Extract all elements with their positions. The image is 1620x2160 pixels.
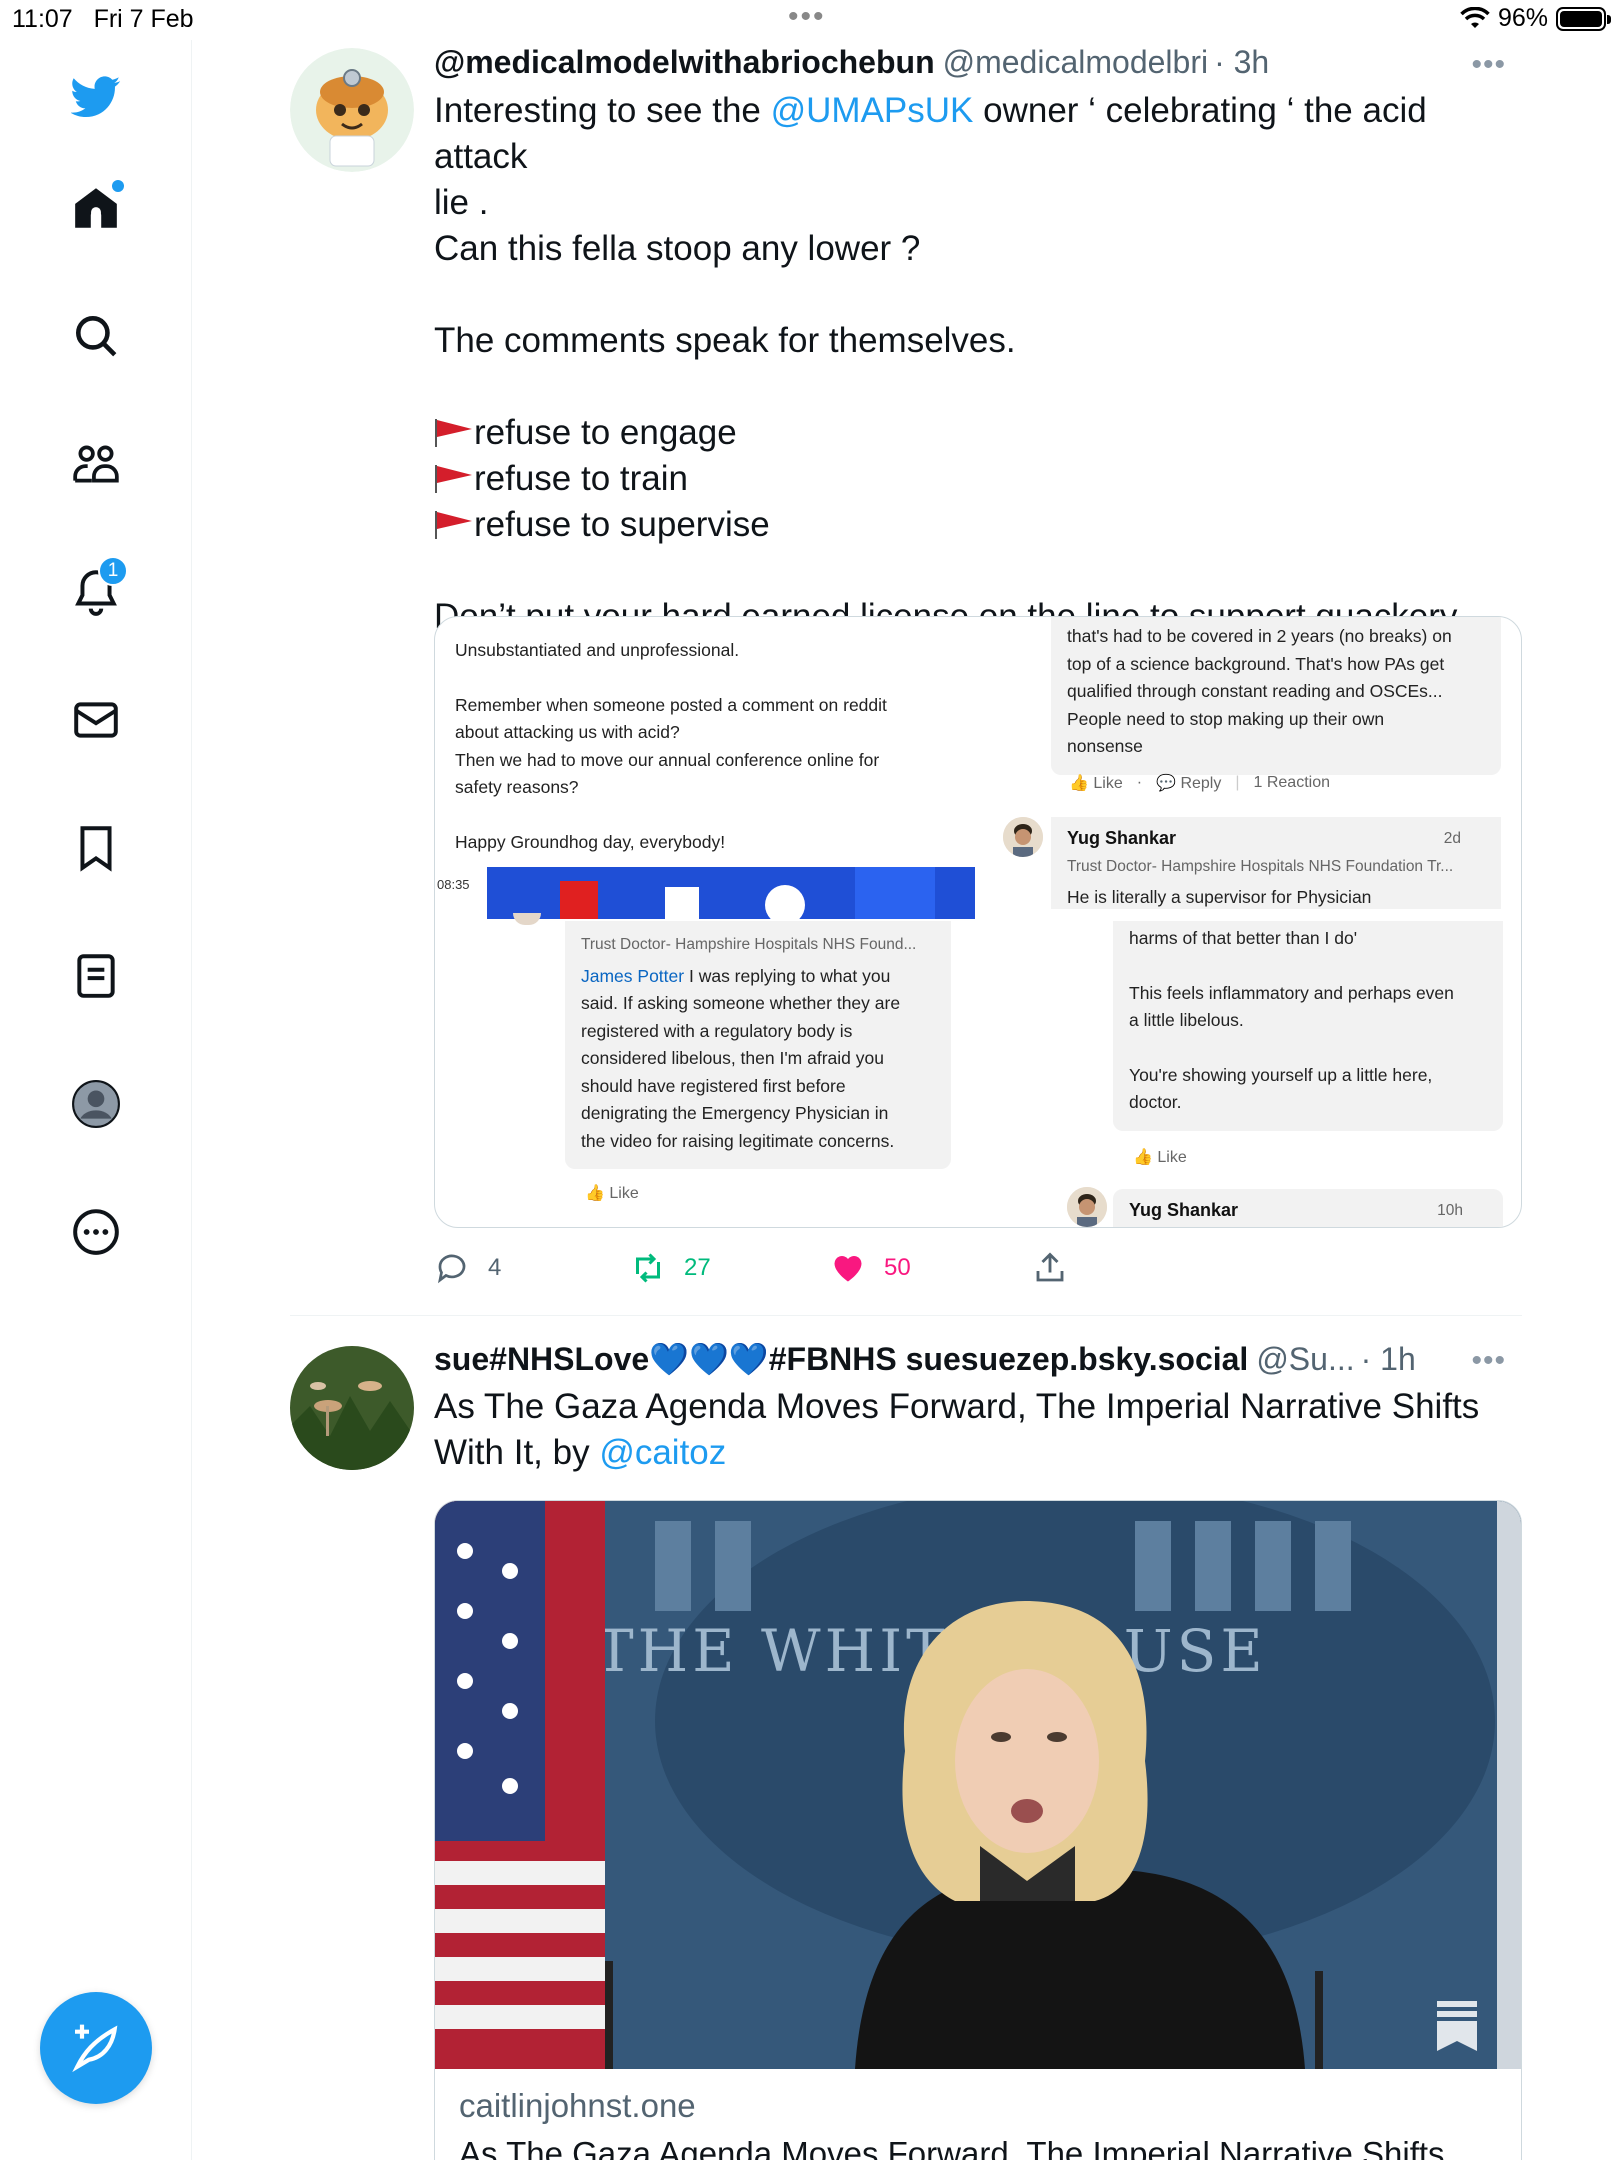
- messages-envelope-icon[interactable]: [66, 690, 126, 750]
- notifications-bell-icon[interactable]: 1: [66, 556, 128, 622]
- screenshot-avatar-yug-2: [1067, 1187, 1107, 1227]
- compose-tweet-button[interactable]: [40, 1992, 152, 2104]
- red-flag-icon: [435, 465, 472, 493]
- tweet-divider: [290, 1315, 1522, 1316]
- wifi-icon: [1460, 6, 1490, 28]
- tweet-1-time: · 3h: [1214, 44, 1270, 80]
- like-count: 50: [884, 1254, 911, 1281]
- reply-count: 4: [488, 1254, 502, 1281]
- reply-icon: [437, 1254, 466, 1284]
- screenshot-meta-right-bottom: 👍 Like: [1133, 1149, 1187, 1166]
- bookmarks-icon[interactable]: [66, 818, 126, 878]
- tweet-2-mention-caitoz[interactable]: @caitoz: [599, 1433, 726, 1472]
- tweet-1-flag-item-1: refuse to engage: [474, 413, 737, 452]
- retweet-icon: [636, 1253, 660, 1283]
- tweet-1-line4: The comments speak for themselves.: [434, 321, 1016, 360]
- tweet-1-avatar[interactable]: [290, 48, 414, 172]
- like-button[interactable]: 50: [830, 1250, 911, 1286]
- retweet-button[interactable]: 27: [630, 1250, 711, 1286]
- home-unread-dot: [112, 180, 124, 192]
- tweet-2-handle[interactable]: @Su...: [1256, 1341, 1354, 1378]
- tweet-2-more-icon[interactable]: •••: [1471, 1344, 1506, 1378]
- status-date: Fri 7 Feb: [93, 5, 194, 33]
- tweet-1-line1a: Interesting to see the: [434, 91, 771, 130]
- screenshot-meta-left-bottom: 👍 Like: [585, 1185, 639, 1202]
- twitter-bird-icon[interactable]: [66, 66, 126, 126]
- share-button[interactable]: [1032, 1250, 1068, 1286]
- tweet-1-line3: Can this fella stoop any lower ?: [434, 229, 921, 268]
- tweet-1-actions: 4 27 50: [434, 1246, 1134, 1290]
- tweet-1-line2: lie .: [434, 183, 489, 222]
- tweet-2-link-card[interactable]: THE WHITE HOUSE caitlinjohnst.one As The…: [434, 1500, 1522, 2160]
- screenshot-bubble-left-bottom: Trust Doctor- Hampshire Hospitals NHS Fo…: [565, 921, 951, 1169]
- red-flag-icon: [435, 511, 472, 539]
- screenshot-bubble-right-top: that's had to be covered in 2 years (no …: [1051, 617, 1501, 775]
- tweet-2[interactable]: sue#NHSLove💙💙💙#FBNHS suesuezep.bsky.soci…: [290, 1340, 1522, 2160]
- tweet-2-text-body: As The Gaza Agenda Moves Forward, The Im…: [434, 1387, 1490, 1472]
- tweet-2-time: · 1h: [1360, 1341, 1416, 1377]
- status-time: 11:07: [12, 5, 73, 33]
- status-right: 96%: [1460, 4, 1611, 33]
- compose-feather-icon: [72, 2024, 118, 2073]
- multitasking-dots-icon[interactable]: •••: [788, 0, 826, 34]
- search-icon[interactable]: [66, 306, 126, 366]
- screenshot-avatar-yug: [1003, 817, 1043, 857]
- tweet-1-more-icon[interactable]: •••: [1471, 48, 1506, 82]
- screenshot-meta-right-top: 👍 Like · 💬 Reply | 1 Reaction: [1069, 774, 1330, 792]
- share-icon: [1036, 1252, 1064, 1282]
- tweet-1-mention-umapsuk[interactable]: @UMAPsUK: [771, 91, 974, 130]
- tweet-2-avatar[interactable]: [290, 1346, 414, 1470]
- screenshot-bubble-right-bottom: harms of that better than I do' This fee…: [1113, 921, 1503, 1131]
- lists-icon[interactable]: [66, 946, 126, 1006]
- red-flag-icon: [435, 419, 472, 447]
- tweet-2-text: As The Gaza Agenda Moves Forward, The Im…: [434, 1384, 1514, 1476]
- reply-button[interactable]: 4: [434, 1250, 501, 1286]
- more-options-icon[interactable]: [66, 1202, 126, 1262]
- status-time-date: 11:07 Fri 7 Feb: [12, 5, 194, 34]
- sidebar: 1: [0, 40, 192, 2160]
- link-card-title[interactable]: As The Gaza Agenda Moves Forward, The Im…: [459, 2135, 1445, 2160]
- tweet-1-media-image[interactable]: Unsubstantiated and unprofessional. Reme…: [434, 616, 1522, 1228]
- tweet-1-handle[interactable]: @medicalmodelbri: [943, 44, 1208, 81]
- home-icon[interactable]: [66, 178, 126, 238]
- heart-icon: [834, 1256, 862, 1282]
- battery-icon: [1556, 6, 1611, 31]
- screenshot-bubble-yug-1: Yug Shankar 2d Trust Doctor- Hampshire Ho…: [1051, 817, 1501, 909]
- screenshot-avatar-fragment: [513, 913, 541, 925]
- communities-icon[interactable]: [66, 434, 126, 494]
- tweet-2-display-name[interactable]: sue#NHSLove💙💙💙#FBNHS suesuezep.bsky.soci…: [434, 1340, 1248, 1378]
- tweet-1-text: Interesting to see the @UMAPsUK owner ‘ …: [434, 88, 1520, 640]
- screenshot-video-thumbnail: 08:35: [435, 867, 975, 919]
- tweet-1-header: @medicalmodelwithabriochebun @medicalmod…: [434, 44, 1520, 88]
- profile-avatar-icon[interactable]: [66, 1074, 126, 1134]
- tweet-1-flag-item-3: refuse to supervise: [474, 505, 770, 544]
- notifications-badge: 1: [98, 556, 128, 586]
- tweet-1-flag-item-2: refuse to train: [474, 459, 688, 498]
- tweet-2-header: sue#NHSLove💙💙💙#FBNHS suesuezep.bsky.soci…: [434, 1340, 1504, 1384]
- battery-percent: 96%: [1497, 4, 1548, 32]
- retweet-count: 27: [684, 1254, 711, 1281]
- screenshot-bubble-yug-2: Yug Shankar 10h: [1113, 1189, 1503, 1227]
- tweet-2-card-image: THE WHITE HOUSE: [435, 1501, 1521, 2069]
- status-bar: 11:07 Fri 7 Feb ••• 96%: [0, 0, 1620, 40]
- tweet-1[interactable]: @medicalmodelwithabriochebun @medicalmod…: [290, 44, 1522, 1304]
- video-timestamp: 08:35: [437, 877, 470, 892]
- screenshot-comment-left: Unsubstantiated and unprofessional. Reme…: [455, 640, 887, 852]
- tweet-1-display-name[interactable]: @medicalmodelwithabriochebun: [434, 44, 935, 81]
- bookmark-overlay-icon[interactable]: [1435, 2001, 1479, 2056]
- link-card-domain[interactable]: caitlinjohnst.one: [459, 2087, 696, 2125]
